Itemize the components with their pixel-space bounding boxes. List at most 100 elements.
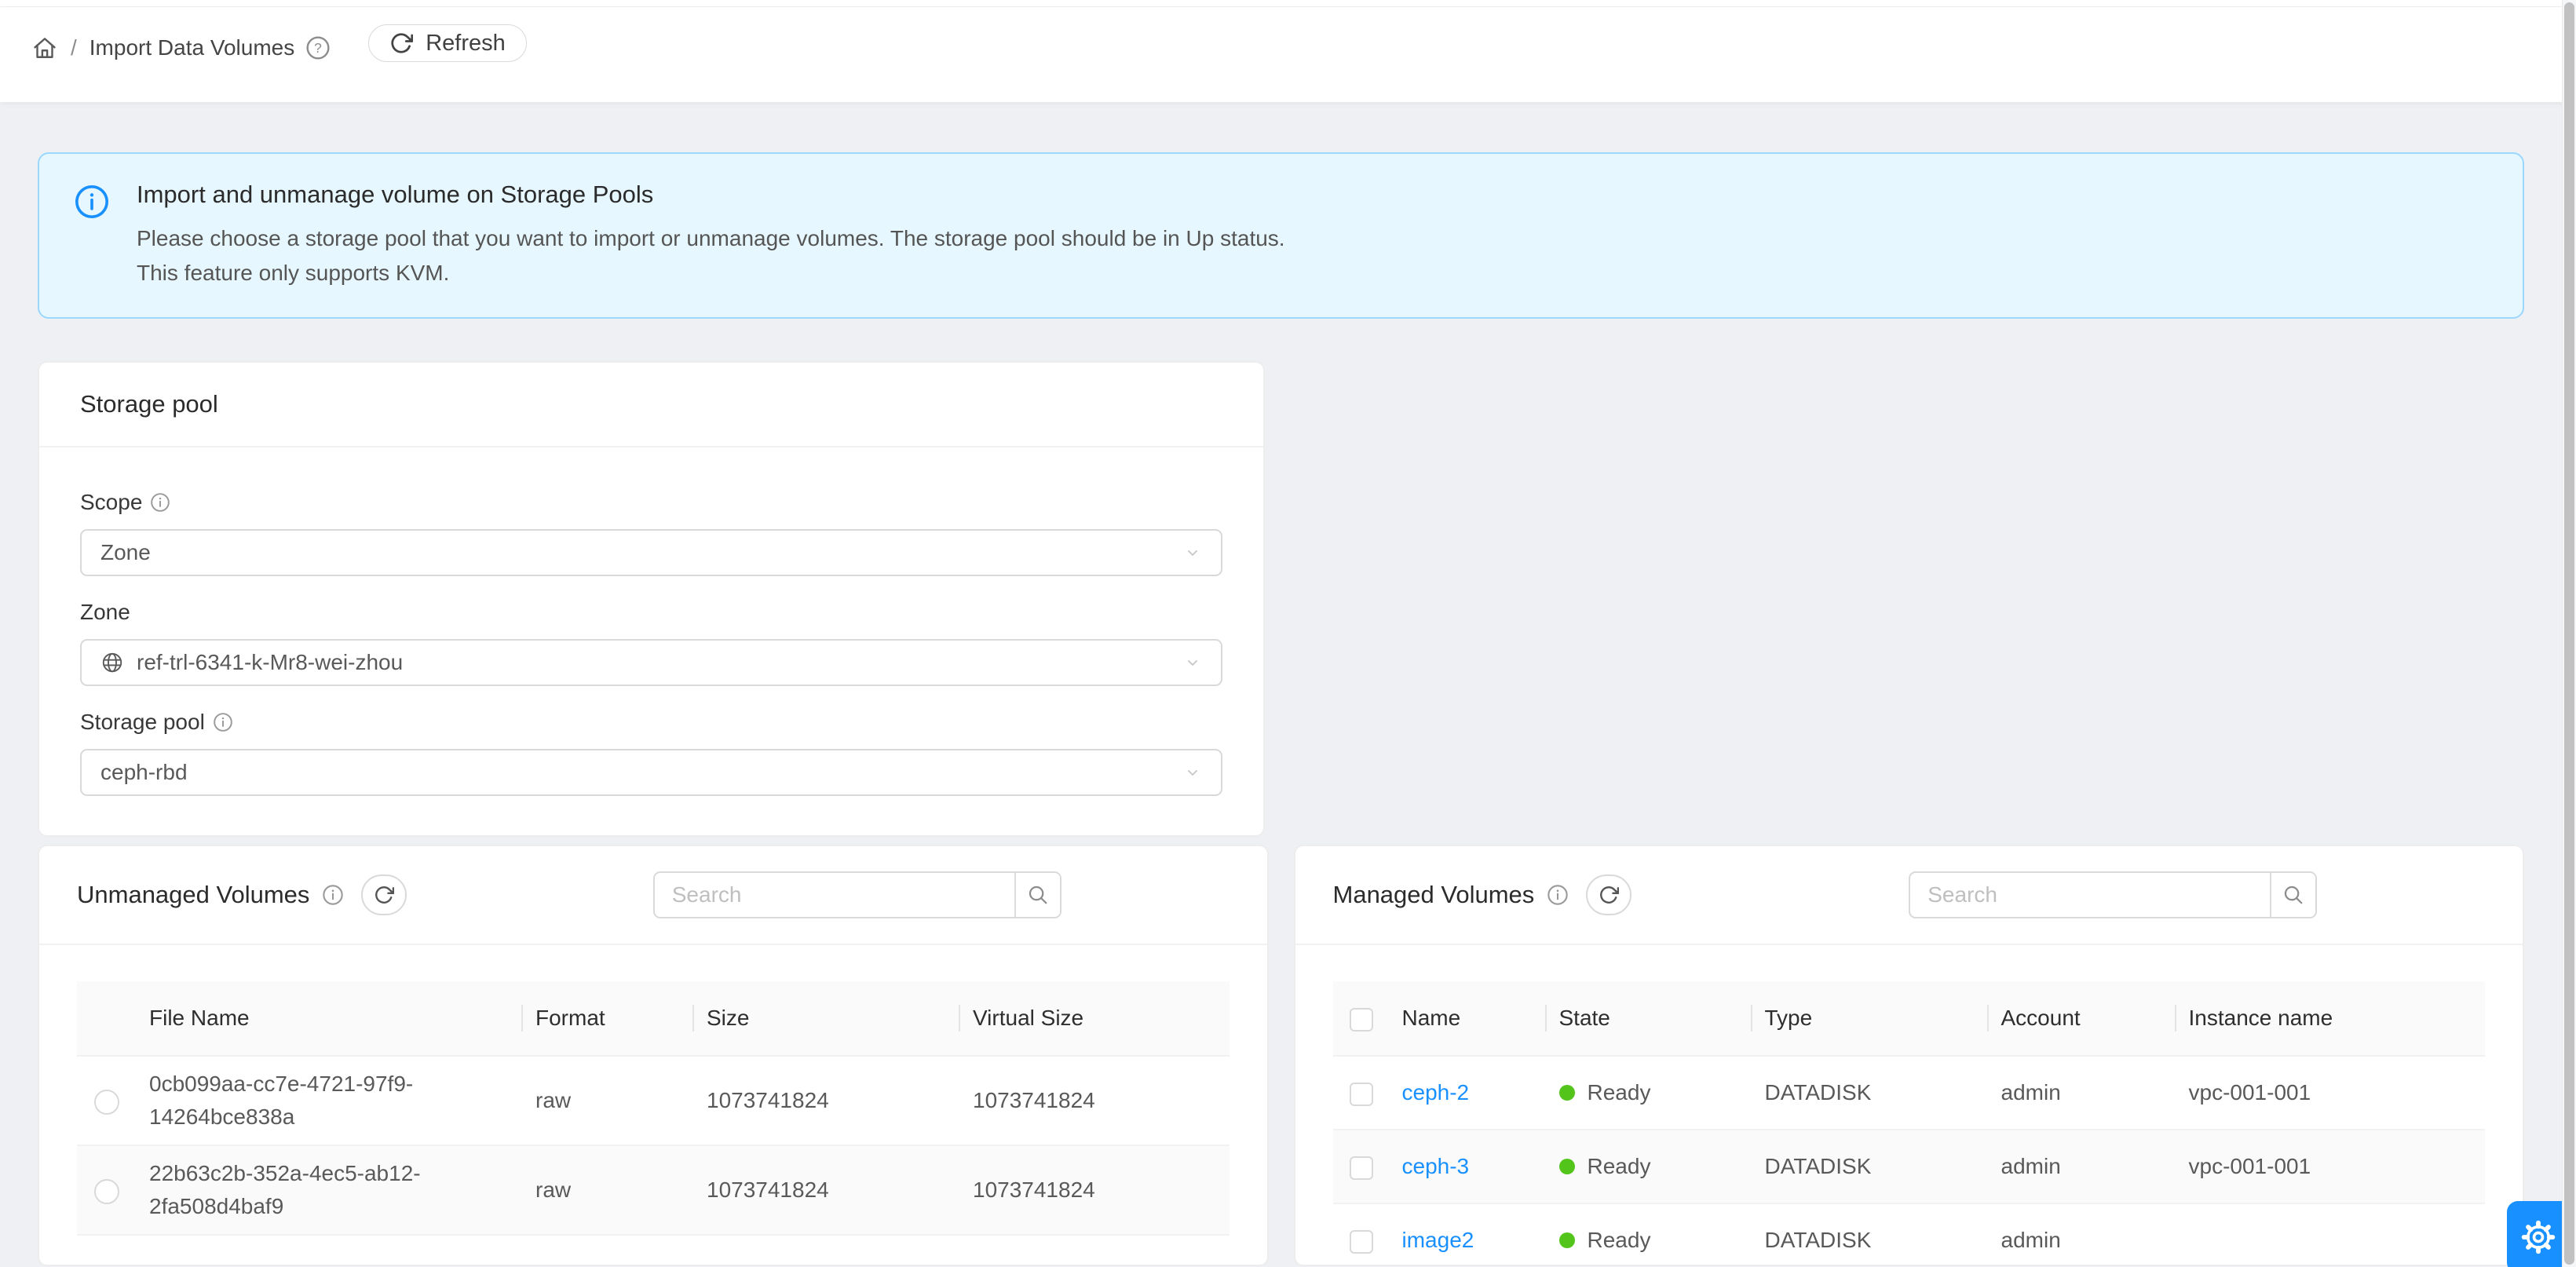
storage-pool-card: Storage pool Scope Zone — [38, 361, 1265, 837]
table-row: ceph-2 Ready DATADISK admin vpc-001-001 — [1333, 1056, 2486, 1130]
scope-label-row: Scope — [80, 487, 1222, 518]
checkbox[interactable] — [1350, 1230, 1373, 1254]
cell-instance-name: vpc-001-001 — [2176, 1130, 2486, 1203]
zone-label: Zone — [80, 597, 130, 628]
state-label: Ready — [1588, 1150, 1651, 1183]
cell-virtual-size: 1073741824 — [960, 1145, 1230, 1235]
column-header-file-name[interactable]: File Name — [137, 981, 523, 1056]
scope-label: Scope — [80, 487, 142, 518]
storage-pool-card-body: Scope Zone — [39, 447, 1263, 835]
unmanaged-volumes-table: File Name Format Size Virtual Size 0cb09… — [77, 981, 1230, 1236]
ready-status-dot — [1559, 1159, 1575, 1174]
breadcrumb-separator: / — [71, 35, 77, 60]
home-icon[interactable] — [31, 35, 58, 61]
main-content: Import and unmanage volume on Storage Po… — [0, 102, 2562, 1266]
info-alert: Import and unmanage volume on Storage Po… — [38, 152, 2524, 319]
table-row: image2 Ready DATADISK admin — [1333, 1203, 2486, 1266]
checkbox[interactable] — [1350, 1083, 1373, 1106]
managed-search-button[interactable] — [2270, 873, 2315, 917]
scope-select-value: Zone — [100, 540, 151, 565]
state-label: Ready — [1588, 1076, 1651, 1109]
info-tooltip-icon[interactable] — [322, 884, 344, 906]
volume-name-link[interactable]: image2 — [1402, 1228, 1474, 1252]
column-header-format[interactable]: Format — [523, 981, 694, 1056]
unmanaged-volumes-card: Unmanaged Volumes — [38, 845, 1269, 1266]
reload-icon — [1599, 885, 1619, 905]
cell-instance-name: vpc-001-001 — [2176, 1056, 2486, 1130]
reload-icon — [389, 31, 413, 55]
reload-icon — [374, 885, 394, 905]
top-strip — [0, 0, 2576, 7]
unmanaged-refresh-button[interactable] — [361, 874, 407, 915]
pool-select-value: ceph-rbd — [100, 760, 188, 785]
volume-name-link[interactable]: ceph-3 — [1402, 1154, 1470, 1178]
cell-format: raw — [523, 1145, 694, 1235]
scrollbar-thumb[interactable] — [2564, 2, 2574, 1265]
volumes-cards-row: Unmanaged Volumes — [38, 845, 2524, 1266]
ready-status-dot — [1559, 1232, 1575, 1248]
alert-description-line-1: Please choose a storage pool that you wa… — [137, 221, 1285, 256]
cell-type: DATADISK — [1752, 1056, 1989, 1130]
unmanaged-volumes-title: Unmanaged Volumes — [77, 881, 309, 909]
info-tooltip-icon[interactable] — [213, 712, 233, 732]
cell-type: DATADISK — [1752, 1130, 1989, 1203]
column-header-selection — [77, 981, 137, 1056]
pool-label: Storage pool — [80, 707, 205, 738]
globe-icon — [100, 651, 124, 674]
cell-type: DATADISK — [1752, 1203, 1989, 1266]
column-header-name[interactable]: Name — [1390, 981, 1547, 1056]
unmanaged-search-button[interactable] — [1014, 873, 1060, 917]
refresh-button[interactable]: Refresh — [368, 24, 527, 62]
column-header-size[interactable]: Size — [694, 981, 960, 1056]
select-all-checkbox[interactable] — [1350, 1008, 1373, 1031]
cell-virtual-size: 1073741824 — [960, 1056, 1230, 1145]
state-label: Ready — [1588, 1224, 1651, 1257]
alert-title: Import and unmanage volume on Storage Po… — [137, 181, 1285, 209]
unmanaged-volumes-body: File Name Format Size Virtual Size 0cb09… — [39, 945, 1267, 1236]
storage-pool-card-title: Storage pool — [39, 363, 1263, 447]
zone-label-row: Zone — [80, 597, 1222, 628]
column-header-type[interactable]: Type — [1752, 981, 1989, 1056]
ready-status-dot — [1559, 1085, 1575, 1101]
cell-size: 1073741824 — [694, 1056, 960, 1145]
volume-name-link[interactable]: ceph-2 — [1402, 1080, 1470, 1105]
cell-account: admin — [1989, 1056, 2176, 1130]
info-tooltip-icon[interactable] — [1547, 884, 1569, 906]
info-circle-icon — [74, 184, 110, 220]
info-tooltip-icon[interactable] — [150, 492, 170, 513]
managed-volumes-body: Name State Type Account Instance name ce… — [1295, 945, 2523, 1266]
search-icon — [2282, 883, 2305, 907]
radio-button[interactable] — [94, 1179, 119, 1204]
zone-select-value: ref-trl-6341-k-Mr8-wei-zhou — [137, 650, 403, 675]
cell-file-name: 22b63c2b-352a-4ec5-ab12-2fa508d4baf9 — [137, 1145, 523, 1235]
alert-description-line-2: This feature only supports KVM. — [137, 256, 1285, 290]
unmanaged-volumes-header: Unmanaged Volumes — [39, 846, 1267, 945]
column-header-account[interactable]: Account — [1989, 981, 2176, 1056]
column-header-virtual-size[interactable]: Virtual Size — [960, 981, 1230, 1056]
radio-button[interactable] — [94, 1090, 119, 1115]
refresh-button-label: Refresh — [426, 31, 506, 57]
managed-search-input[interactable] — [1910, 873, 2270, 917]
settings-button[interactable] — [2507, 1201, 2570, 1267]
unmanaged-search-input[interactable] — [655, 873, 1014, 917]
zone-select[interactable]: ref-trl-6341-k-Mr8-wei-zhou — [80, 639, 1222, 686]
managed-search-box — [1909, 871, 2317, 918]
column-header-instance-name[interactable]: Instance name — [2176, 981, 2486, 1056]
cell-format: raw — [523, 1056, 694, 1145]
column-header-selection — [1333, 981, 1390, 1056]
scope-select[interactable]: Zone — [80, 529, 1222, 576]
checkbox[interactable] — [1350, 1156, 1373, 1180]
scrollbar[interactable] — [2562, 0, 2576, 1267]
breadcrumb-page-title: Import Data Volumes — [90, 35, 294, 60]
app-header: / Import Data Volumes ? Refresh — [0, 7, 2576, 102]
column-header-state[interactable]: State — [1547, 981, 1752, 1056]
unmanaged-search-box — [653, 871, 1061, 918]
cell-account: admin — [1989, 1130, 2176, 1203]
managed-refresh-button[interactable] — [1586, 874, 1631, 915]
pool-select[interactable]: ceph-rbd — [80, 749, 1222, 796]
pool-label-row: Storage pool — [80, 707, 1222, 738]
table-row: ceph-3 Ready DATADISK admin vpc-001-001 — [1333, 1130, 2486, 1203]
chevron-down-icon — [1183, 763, 1202, 782]
question-circle-icon[interactable]: ? — [305, 35, 331, 60]
alert-body: Import and unmanage volume on Storage Po… — [137, 181, 1285, 290]
